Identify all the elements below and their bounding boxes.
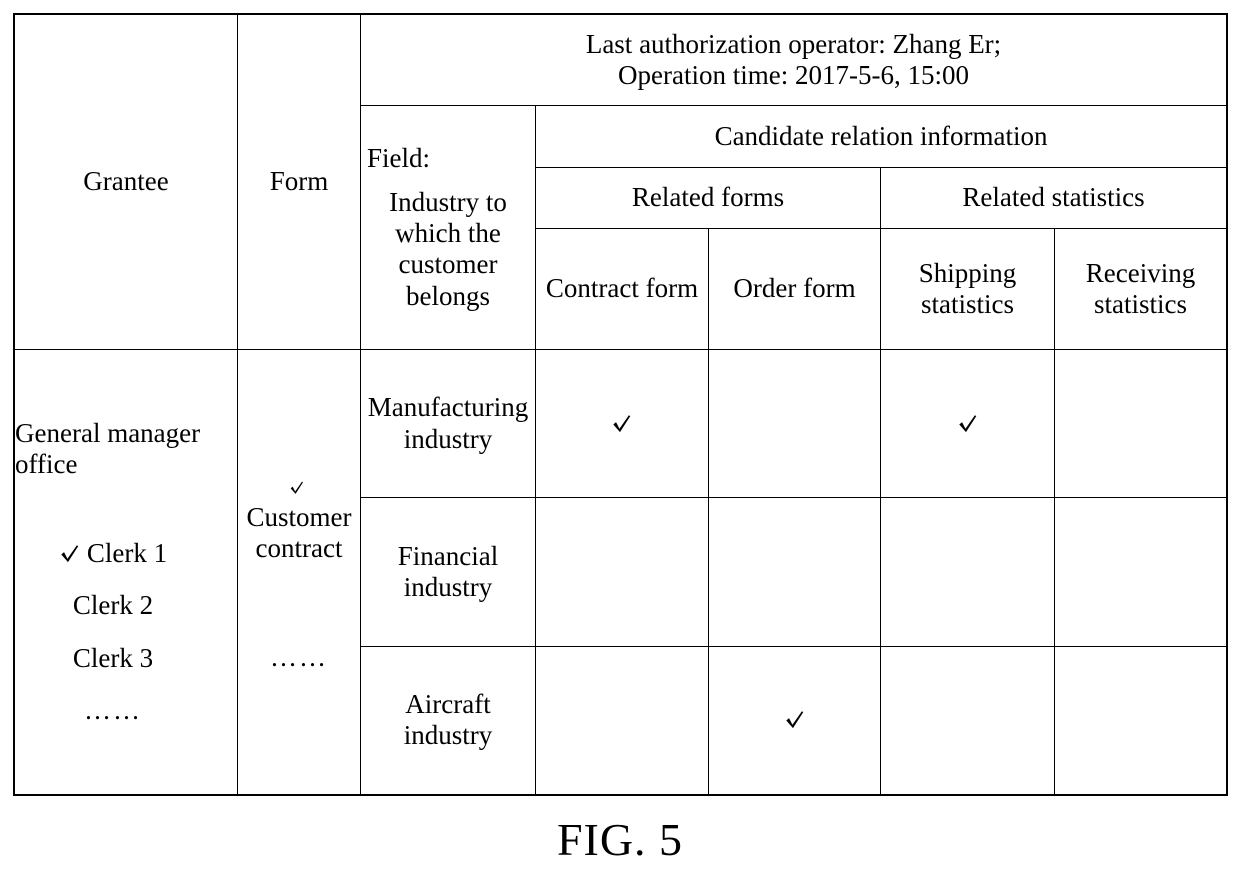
header-cell-grantee: Grantee: [14, 14, 238, 350]
field-value: Industry to which the customer belongs: [389, 186, 507, 311]
header-cell-receiving-statistics: Receiving statistics: [1053, 228, 1228, 350]
grantee-organization-label: General manager office: [15, 417, 201, 479]
figure-caption: FIG. 5: [556, 814, 684, 865]
header-cell-field: Field: Industry to which the customer be…: [360, 105, 536, 350]
industry-label: Aircraft industry: [403, 688, 493, 751]
body-cell-form: Customer contract ……: [237, 348, 361, 796]
list-item[interactable]: Clerk 1: [15, 538, 211, 569]
table-row: General manager office Clerk 1 Clerk 2 C…: [14, 348, 1228, 796]
order-form-label: Order form: [733, 273, 856, 304]
check-mark-icon: [784, 709, 806, 731]
header-cell-shipping-statistics: Shipping statistics: [880, 228, 1055, 350]
form-header-label: Form: [269, 166, 329, 197]
check-mark-icon: [59, 543, 81, 565]
body-cell-industry: Aircraft industry: [360, 645, 536, 796]
authorization-permission-table: Grantee Form Last authorization operator…: [12, 13, 1229, 796]
grantee-list-ellipsis: ……: [84, 695, 142, 726]
last-authorization-operator-text: Last authorization operator: Zhang Er;: [585, 28, 1002, 59]
header-cell-related-statistics: Related statistics: [879, 166, 1228, 230]
list-item-label: Clerk 1: [86, 538, 168, 569]
cell-contract-form[interactable]: [535, 645, 709, 796]
contract-form-label: Contract form: [545, 273, 699, 304]
cell-contract-form[interactable]: [535, 348, 709, 499]
form-item[interactable]: Customer contract: [238, 470, 360, 564]
cell-shipping-statistics[interactable]: [880, 497, 1055, 647]
check-mark-icon: [957, 413, 979, 435]
body-cell-industry: Financial industry: [360, 497, 536, 647]
header-cell-order-form: Order form: [708, 228, 881, 350]
cell-order-form[interactable]: [708, 348, 881, 499]
industry-label: Financial industry: [397, 540, 499, 602]
body-cell-industry: Manufacturing industry: [360, 348, 536, 499]
shipping-statistics-label: Shipping statistics: [918, 257, 1017, 319]
check-mark-icon: [611, 413, 633, 435]
related-forms-label: Related forms: [631, 182, 785, 213]
header-cell-candidate-relation-information: Candidate relation information: [534, 105, 1228, 168]
related-statistics-label: Related statistics: [962, 182, 1145, 213]
cell-order-form[interactable]: [708, 497, 881, 647]
figure-container: Grantee Form Last authorization operator…: [0, 0, 1240, 885]
grantee-header-label: Grantee: [83, 166, 169, 197]
header-cell-form: Form: [237, 14, 361, 350]
table-header-row-authorization: Grantee Form Last authorization operator…: [14, 13, 1228, 350]
cell-shipping-statistics[interactable]: [880, 348, 1055, 499]
receiving-statistics-label: Receiving statistics: [1085, 257, 1196, 319]
operation-time-text: Operation time: 2017-5-6, 15:00: [618, 60, 969, 91]
list-item[interactable]: Clerk 2: [15, 590, 211, 621]
check-mark-icon: [289, 480, 305, 496]
cell-shipping-statistics[interactable]: [880, 645, 1055, 796]
list-item-label: Clerk 2: [72, 590, 154, 621]
cell-receiving-statistics[interactable]: [1053, 645, 1228, 796]
field-label: Field:: [367, 143, 431, 174]
header-cell-related-forms: Related forms: [535, 166, 881, 230]
cell-order-form[interactable]: [708, 645, 881, 796]
cell-receiving-statistics[interactable]: [1053, 497, 1228, 647]
header-cell-last-authorization: Last authorization operator: Zhang Er; O…: [359, 13, 1228, 107]
cell-receiving-statistics[interactable]: [1053, 348, 1228, 499]
candidate-relation-information-label: Candidate relation information: [714, 120, 1048, 151]
cell-contract-form[interactable]: [535, 497, 709, 647]
form-item-label: Customer contract: [246, 501, 352, 563]
grantee-member-list: Clerk 1 Clerk 2 Clerk 3 ……: [15, 538, 237, 726]
body-cell-grantee: General manager office Clerk 1 Clerk 2 C…: [14, 348, 238, 796]
header-cell-contract-form: Contract form: [535, 228, 709, 350]
list-item[interactable]: Clerk 3: [15, 643, 211, 674]
list-item-label: Clerk 3: [72, 642, 154, 673]
industry-label: Manufacturing industry: [367, 392, 529, 454]
form-list-ellipsis: ……: [270, 642, 328, 673]
